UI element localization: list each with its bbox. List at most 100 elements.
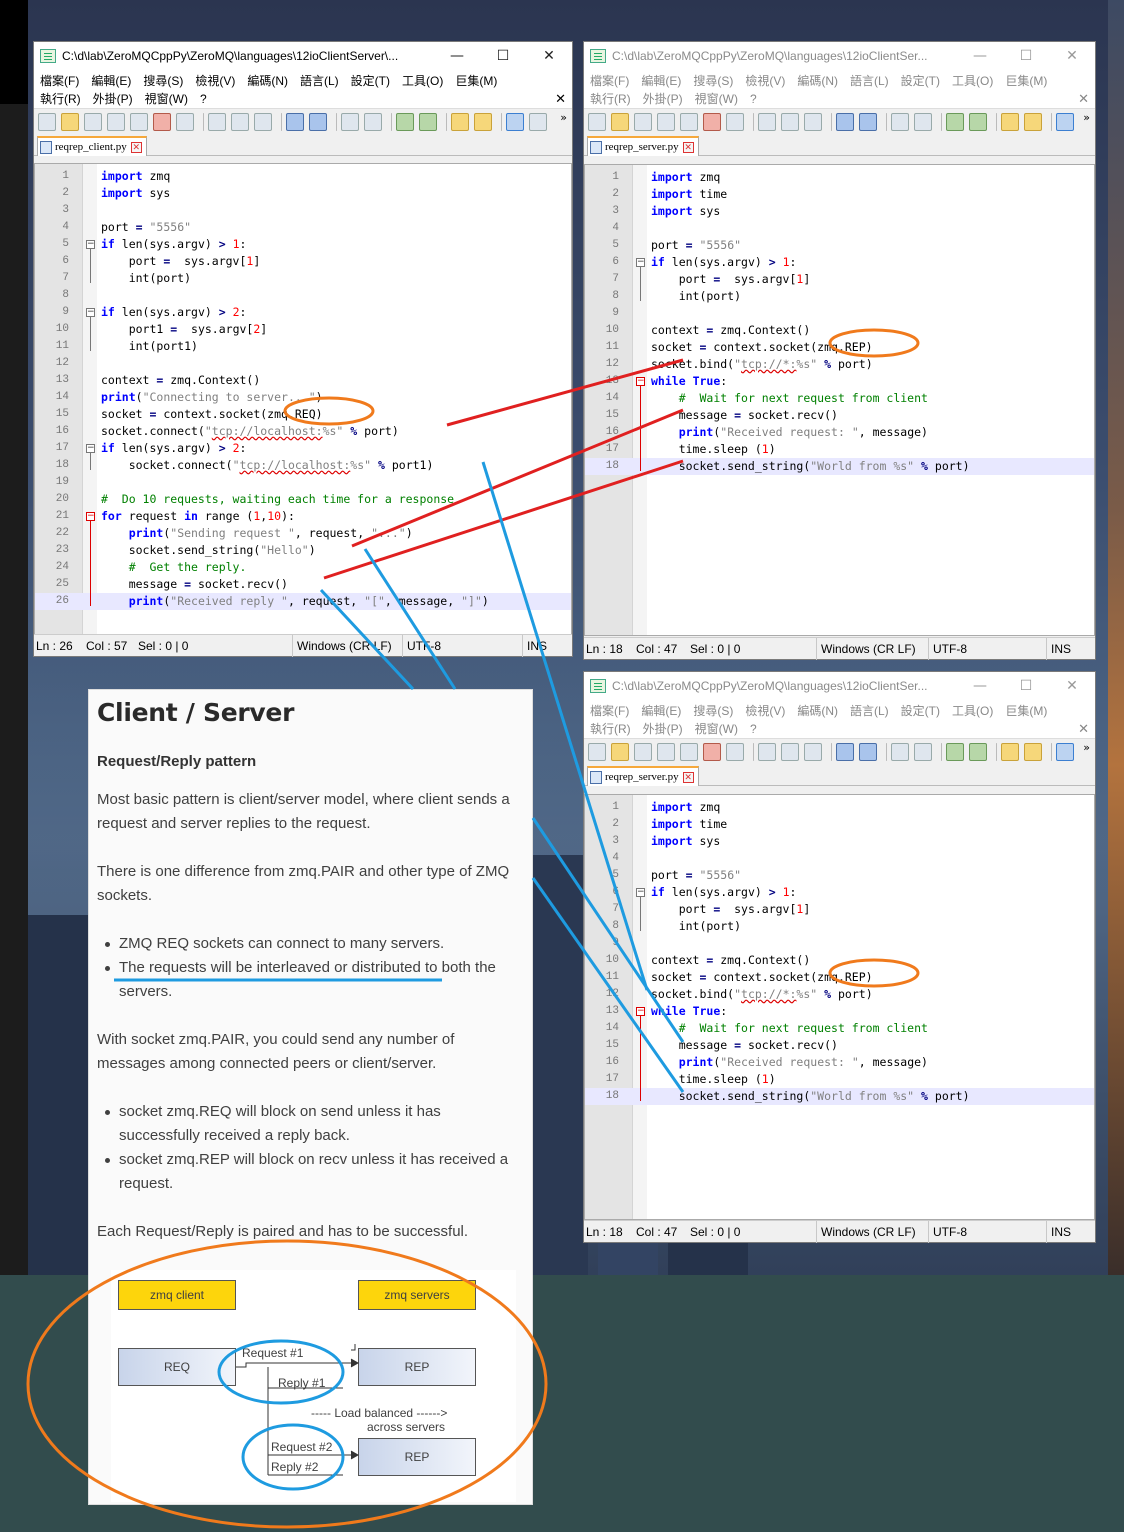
- toolbar-button-icon[interactable]: [657, 742, 675, 761]
- toolbar-overflow-icon[interactable]: »: [1083, 111, 1090, 124]
- code-line[interactable]: 17 time.sleep (1): [585, 441, 1094, 458]
- code-line[interactable]: 9: [585, 935, 1094, 952]
- code-line[interactable]: 1 import zmq: [585, 799, 1094, 816]
- menu-item[interactable]: 外掛(P): [643, 722, 683, 736]
- toolbar-button-icon[interactable]: [153, 112, 171, 131]
- toolbar-button-icon[interactable]: [680, 742, 698, 761]
- menu-item[interactable]: 執行(R): [590, 722, 631, 736]
- toolbar-button-icon[interactable]: [859, 112, 877, 131]
- toolbar-button-icon[interactable]: [506, 112, 524, 131]
- toolbar-button-icon[interactable]: [680, 112, 698, 131]
- server-editor-window-2[interactable]: C:\d\lab\ZeroMQCppPy\ZeroMQ\languages\12…: [583, 671, 1096, 1243]
- code-line[interactable]: 13 while True:: [585, 1003, 1094, 1020]
- toolbar-button-icon[interactable]: [969, 112, 987, 131]
- menu-item[interactable]: 巨集(M): [455, 74, 497, 88]
- code-line[interactable]: 1 import zmq: [585, 169, 1094, 186]
- toolbar-button-icon[interactable]: [758, 742, 776, 761]
- code-line[interactable]: 15 message = socket.recv(): [585, 407, 1094, 424]
- fold-toggle-icon[interactable]: −: [636, 377, 645, 386]
- toolbar-button-icon[interactable]: [969, 742, 987, 761]
- code-editor[interactable]: 1 import zmq 2 import sys 3 4 port = "5556" 5 if…: [34, 163, 572, 635]
- toolbar-button-icon[interactable]: [1001, 112, 1019, 131]
- toolbar-button-icon[interactable]: [891, 112, 909, 131]
- code-line[interactable]: 18 socket.connect("tcp://localhost:%s" %…: [35, 457, 571, 474]
- maximize-button[interactable]: ☐: [1003, 678, 1049, 694]
- minimize-button[interactable]: —: [957, 48, 1003, 64]
- menu-item[interactable]: 搜尋(S): [693, 74, 733, 88]
- toolbar-button-icon[interactable]: [130, 112, 148, 131]
- close-button[interactable]: ✕: [1049, 678, 1095, 694]
- code-line[interactable]: 14 # Wait for next request from client: [585, 1020, 1094, 1037]
- toolbar-button-icon[interactable]: [703, 112, 721, 131]
- code-line[interactable]: 7 port = sys.argv[1]: [585, 901, 1094, 918]
- menu-item[interactable]: 搜尋(S): [693, 704, 733, 718]
- menu-item[interactable]: 語言(L): [850, 704, 889, 718]
- toolbar-button-icon[interactable]: [341, 112, 359, 131]
- toolbar-button-icon[interactable]: [1056, 742, 1074, 761]
- code-line[interactable]: 24 # Get the reply.: [35, 559, 571, 576]
- code-line[interactable]: 14 print("Connecting to server..."): [35, 389, 571, 406]
- menu-item[interactable]: 語言(L): [300, 74, 339, 88]
- code-line[interactable]: 21 for request in range (1,10):: [35, 508, 571, 525]
- toolbar-button-icon[interactable]: [611, 742, 629, 761]
- toolbar-button-icon[interactable]: [529, 112, 547, 131]
- menu-close-icon[interactable]: ✕: [1078, 720, 1089, 738]
- toolbar-button-icon[interactable]: [726, 112, 744, 131]
- toolbar-button-icon[interactable]: [946, 742, 964, 761]
- code-line[interactable]: 23 socket.send_string("Hello"): [35, 542, 571, 559]
- code-line[interactable]: 17 time.sleep (1): [585, 1071, 1094, 1088]
- code-line[interactable]: 25 message = socket.recv(): [35, 576, 571, 593]
- menu-item[interactable]: 工具(O): [952, 74, 993, 88]
- menu-item[interactable]: 編輯(E): [641, 704, 681, 718]
- menu-item[interactable]: 編碼(N): [797, 704, 838, 718]
- toolbar-button-icon[interactable]: [176, 112, 194, 131]
- code-line[interactable]: 6 port = sys.argv[1]: [35, 253, 571, 270]
- fold-toggle-icon[interactable]: −: [636, 1007, 645, 1016]
- code-line[interactable]: 3 import sys: [585, 833, 1094, 850]
- code-line[interactable]: 3 import sys: [585, 203, 1094, 220]
- toolbar-button-icon[interactable]: [208, 112, 226, 131]
- code-line[interactable]: 14 # Wait for next request from client: [585, 390, 1094, 407]
- toolbar-button-icon[interactable]: [781, 742, 799, 761]
- code-line[interactable]: 8: [35, 287, 571, 304]
- toolbar-button-icon[interactable]: [231, 112, 249, 131]
- toolbar-button-icon[interactable]: [588, 112, 606, 131]
- code-line[interactable]: 11 socket = context.socket(zmq.REP): [585, 969, 1094, 986]
- toolbar-button-icon[interactable]: [286, 112, 304, 131]
- code-line[interactable]: 13 while True:: [585, 373, 1094, 390]
- menu-item[interactable]: 設定(T): [901, 704, 940, 718]
- code-line[interactable]: 10 port1 = sys.argv[2]: [35, 321, 571, 338]
- toolbar-button-icon[interactable]: [364, 112, 382, 131]
- toolbar-button-icon[interactable]: [804, 742, 822, 761]
- menu-item[interactable]: 工具(O): [402, 74, 443, 88]
- toolbar-button-icon[interactable]: [38, 112, 56, 131]
- code-line[interactable]: 11 socket = context.socket(zmq.REP): [585, 339, 1094, 356]
- fold-toggle-icon[interactable]: −: [86, 444, 95, 453]
- code-line[interactable]: 5 if len(sys.argv) > 1:: [35, 236, 571, 253]
- code-line[interactable]: 4: [585, 850, 1094, 867]
- menu-item[interactable]: 巨集(M): [1005, 704, 1047, 718]
- minimize-button[interactable]: —: [957, 678, 1003, 694]
- code-line[interactable]: 18 socket.send_string("World from %s" % …: [585, 1088, 1094, 1105]
- maximize-button[interactable]: ☐: [480, 48, 526, 64]
- code-line[interactable]: 8 int(port): [585, 918, 1094, 935]
- tab-reqrep-server[interactable]: reqrep_server.py ✕: [587, 766, 699, 786]
- toolbar-button-icon[interactable]: [891, 742, 909, 761]
- toolbar-overflow-icon[interactable]: »: [1083, 741, 1090, 754]
- toolbar-button-icon[interactable]: [1056, 112, 1074, 131]
- code-line[interactable]: 4 port = "5556": [35, 219, 571, 236]
- menu-item[interactable]: 檔案(F): [590, 704, 629, 718]
- tab-reqrep-client[interactable]: reqrep_client.py ✕: [37, 136, 147, 156]
- menu-item[interactable]: 外掛(P): [643, 92, 683, 106]
- menu-item[interactable]: 視窗(W): [695, 722, 738, 736]
- menu-item[interactable]: 執行(R): [590, 92, 631, 106]
- toolbar-button-icon[interactable]: [254, 112, 272, 131]
- code-line[interactable]: 4: [585, 220, 1094, 237]
- toolbar-button-icon[interactable]: [1001, 742, 1019, 761]
- menu-item[interactable]: 編輯(E): [641, 74, 681, 88]
- fold-toggle-icon[interactable]: −: [86, 240, 95, 249]
- menu-item[interactable]: 編碼(N): [247, 74, 288, 88]
- menu-item[interactable]: 語言(L): [850, 74, 889, 88]
- fold-toggle-icon[interactable]: −: [86, 512, 95, 521]
- toolbar-button-icon[interactable]: [703, 742, 721, 761]
